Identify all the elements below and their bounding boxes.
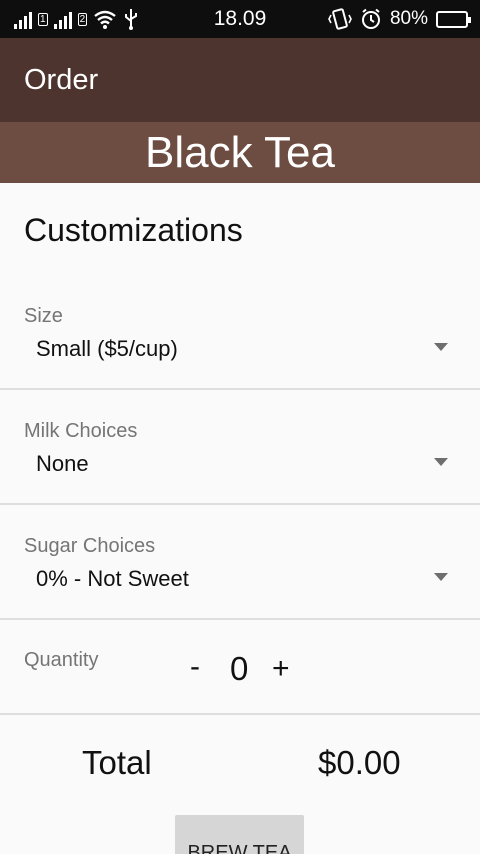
chevron-down-icon xyxy=(434,573,448,581)
app-bar: Order xyxy=(0,38,480,122)
customizations-heading: Customizations xyxy=(24,212,243,248)
chevron-down-icon xyxy=(434,458,448,466)
battery-icon xyxy=(436,10,471,28)
milk-label: Milk Choices xyxy=(24,420,138,442)
battery-percent: 80% xyxy=(389,8,428,29)
chevron-down-icon xyxy=(434,343,448,351)
quantity-stepper: Quantity - 0 + xyxy=(0,620,480,715)
status-bar: 1 2 18.09 80% xyxy=(0,0,480,38)
size-value: Small ($5/cup) xyxy=(36,336,178,361)
total-value: $0.00 xyxy=(318,744,401,781)
size-label: Size xyxy=(24,305,63,327)
alarm-icon xyxy=(361,8,380,29)
app-bar-title: Order xyxy=(24,64,99,96)
status-right-icons: 80% xyxy=(328,0,471,38)
milk-value: None xyxy=(36,451,89,476)
size-dropdown[interactable]: Size Small ($5/cup) xyxy=(0,290,480,390)
milk-dropdown[interactable]: Milk Choices None xyxy=(0,390,480,505)
sugar-label: Sugar Choices xyxy=(24,535,156,557)
product-name: Black Tea xyxy=(0,122,480,183)
quantity-value: 0 xyxy=(230,650,249,687)
increment-button[interactable]: + xyxy=(272,654,290,684)
total-label: Total xyxy=(82,744,152,781)
brew-tea-button[interactable]: BREW TEA xyxy=(175,815,304,854)
sugar-value: 0% - Not Sweet xyxy=(36,566,189,591)
decrement-button[interactable]: - xyxy=(190,652,200,682)
sugar-dropdown[interactable]: Sugar Choices 0% - Not Sweet xyxy=(0,505,480,620)
vibrate-icon xyxy=(328,8,352,30)
quantity-label: Quantity xyxy=(24,649,99,671)
